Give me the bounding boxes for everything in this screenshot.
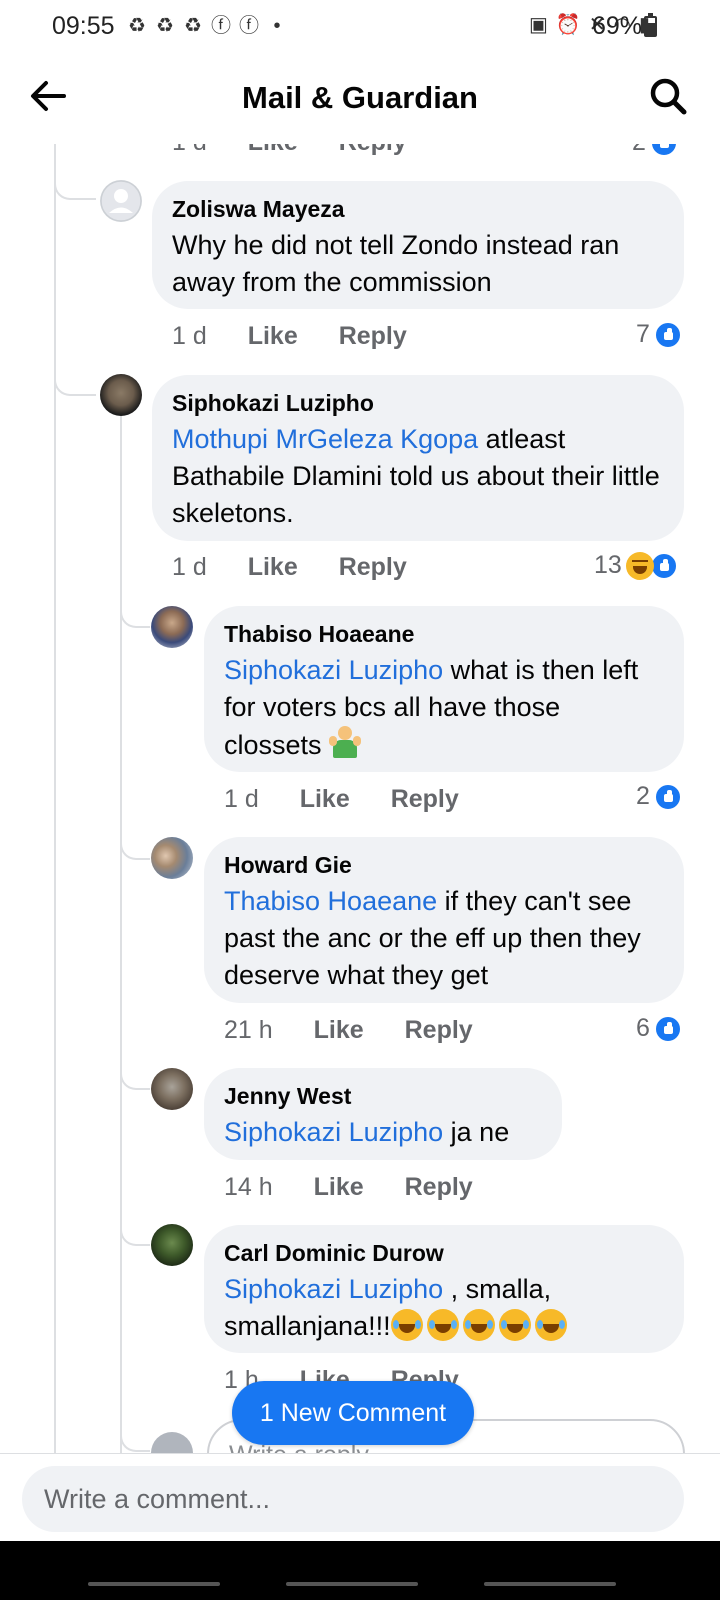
shrug-emoji-icon: [329, 726, 362, 760]
like-reaction-icon: [653, 320, 682, 349]
recycle-icon: ♻: [184, 15, 202, 37]
reaction-count[interactable]: 2: [636, 782, 682, 811]
comment-text: Siphokazi Luzipho ja ne: [224, 1117, 510, 1147]
comment-bubble: Zoliswa Mayeza Why he did not tell Zondo…: [152, 181, 684, 309]
comment-bubble: Siphokazi Luzipho Mothupi MrGeleza Kgopa…: [152, 375, 684, 541]
mention-link[interactable]: Siphokazi Luzipho: [224, 1117, 443, 1147]
page-title: Mail & Guardian: [242, 80, 478, 115]
battery-icon: [644, 13, 657, 37]
commenter-name[interactable]: Jenny West: [224, 1082, 542, 1110]
rofl-emoji-icon: [462, 1309, 495, 1341]
mention-link[interactable]: Siphokazi Luzipho: [224, 655, 443, 685]
new-comment-button[interactable]: 1 New Comment: [232, 1381, 474, 1445]
thread-line: [120, 416, 122, 1454]
comment-time: 1 d: [172, 553, 207, 581]
reply-button[interactable]: Reply: [405, 1173, 473, 1201]
avatar[interactable]: [151, 1224, 193, 1266]
reply-button[interactable]: Reply: [339, 322, 407, 350]
comment-bubble: Thabiso Hoaeane Siphokazi Luzipho what i…: [204, 606, 684, 772]
mention-link[interactable]: Siphokazi Luzipho: [224, 1274, 443, 1304]
avatar[interactable]: [151, 1068, 193, 1110]
notification-icons: ♻ ♻ ♻ ⓕ ⓕ •: [125, 14, 289, 38]
app-header: Mail & Guardian: [0, 52, 720, 144]
commenter-name[interactable]: Carl Dominic Durow: [224, 1239, 664, 1267]
rofl-emoji-icon: [390, 1309, 423, 1341]
comment-text: Siphokazi Luzipho , smalla, smallanjana!…: [224, 1271, 664, 1345]
comment-actions: 1 d Like Reply: [224, 785, 493, 814]
thread-line: [54, 144, 56, 1454]
facebook-icon: ⓕ: [239, 15, 259, 37]
comment-bar: Write a comment...: [0, 1453, 720, 1541]
comment-time: 1 d: [224, 785, 259, 813]
thread-connector: [120, 604, 150, 628]
status-bar: 09:55 ♻ ♻ ♻ ⓕ ⓕ • ▣ ⏰ ✕ ◠ ▮ 69%: [0, 0, 720, 52]
avatar[interactable]: [151, 606, 193, 648]
mention-link[interactable]: Mothupi MrGeleza Kgopa: [172, 424, 478, 454]
recycle-icon: ♻: [156, 15, 174, 37]
lock-icon: ▣: [528, 14, 548, 36]
home-button[interactable]: [286, 1582, 418, 1586]
comment-time: 1 d: [172, 322, 207, 350]
search-icon[interactable]: [648, 76, 688, 116]
like-button[interactable]: Like: [300, 785, 350, 813]
facebook-icon: ⓕ: [211, 15, 231, 37]
like-button[interactable]: Like: [248, 553, 298, 581]
recent-apps-button[interactable]: [88, 1582, 220, 1586]
mention-link[interactable]: Thabiso Hoaeane: [224, 886, 437, 916]
like-reaction-icon: [653, 1014, 682, 1043]
comment-bubble: Jenny West Siphokazi Luzipho ja ne: [204, 1068, 562, 1160]
rofl-emoji-icon: [498, 1309, 531, 1341]
avatar[interactable]: [100, 374, 142, 416]
default-avatar-icon: [100, 180, 142, 222]
like-button[interactable]: Like: [314, 1173, 364, 1201]
like-reaction-icon: [653, 782, 682, 811]
comment-time: 21 h: [224, 1016, 273, 1044]
commenter-name[interactable]: Siphokazi Luzipho: [172, 389, 664, 417]
thread-connector: [54, 372, 96, 396]
comment-text: Siphokazi Luzipho what is then left for …: [224, 655, 639, 760]
comment-actions: 1 d Like Reply: [172, 553, 441, 582]
rofl-emoji-icon: [426, 1309, 459, 1341]
commenter-name[interactable]: Thabiso Hoaeane: [224, 620, 664, 648]
back-button[interactable]: [484, 1582, 616, 1586]
comment-bubble: Howard Gie Thabiso Hoaeane if they can't…: [204, 837, 684, 1003]
comment-input[interactable]: Write a comment...: [22, 1466, 684, 1532]
reaction-count[interactable]: 7: [636, 320, 682, 349]
rofl-emoji-icon: [534, 1309, 567, 1341]
more-dot-icon: •: [273, 15, 281, 37]
avatar[interactable]: [151, 837, 193, 879]
commenter-name[interactable]: Zoliswa Mayeza: [172, 195, 664, 223]
like-button[interactable]: Like: [248, 322, 298, 350]
reaction-count[interactable]: 13: [594, 551, 678, 580]
status-time: 09:55: [52, 12, 115, 40]
haha-reaction-icon: [625, 551, 654, 580]
comment-bubble: Carl Dominic Durow Siphokazi Luzipho , s…: [204, 1225, 684, 1353]
reply-button[interactable]: Reply: [339, 553, 407, 581]
comment-text: Mothupi MrGeleza Kgopa atleast Bathabile…: [172, 424, 660, 528]
thread-connector: [120, 836, 150, 860]
comment-actions: 21 h Like Reply: [224, 1016, 507, 1045]
thread-connector: [120, 1428, 150, 1452]
thread-connector: [54, 176, 96, 200]
commenter-name[interactable]: Howard Gie: [224, 851, 664, 879]
like-button[interactable]: Like: [314, 1016, 364, 1044]
like-reaction-icon: [649, 551, 678, 580]
alarm-icon: ⏰: [555, 14, 581, 36]
comment-text: Thabiso Hoaeane if they can't see past t…: [224, 886, 641, 990]
reply-button[interactable]: Reply: [405, 1016, 473, 1044]
comment-actions: 1 d Like Reply: [172, 322, 441, 351]
comment-actions: 14 h Like Reply: [224, 1173, 507, 1202]
navigation-bar: [0, 1541, 720, 1600]
my-avatar: [151, 1432, 193, 1453]
comment-time: 14 h: [224, 1173, 273, 1201]
comment-text: Why he did not tell Zondo instead ran aw…: [172, 230, 620, 297]
thread-connector: [120, 1222, 150, 1246]
avatar[interactable]: [100, 180, 142, 222]
reply-button[interactable]: Reply: [391, 785, 459, 813]
recycle-icon: ♻: [128, 15, 146, 37]
thread-connector: [120, 1066, 150, 1090]
reaction-count[interactable]: 6: [636, 1014, 682, 1043]
battery-text: 69%: [592, 12, 643, 40]
